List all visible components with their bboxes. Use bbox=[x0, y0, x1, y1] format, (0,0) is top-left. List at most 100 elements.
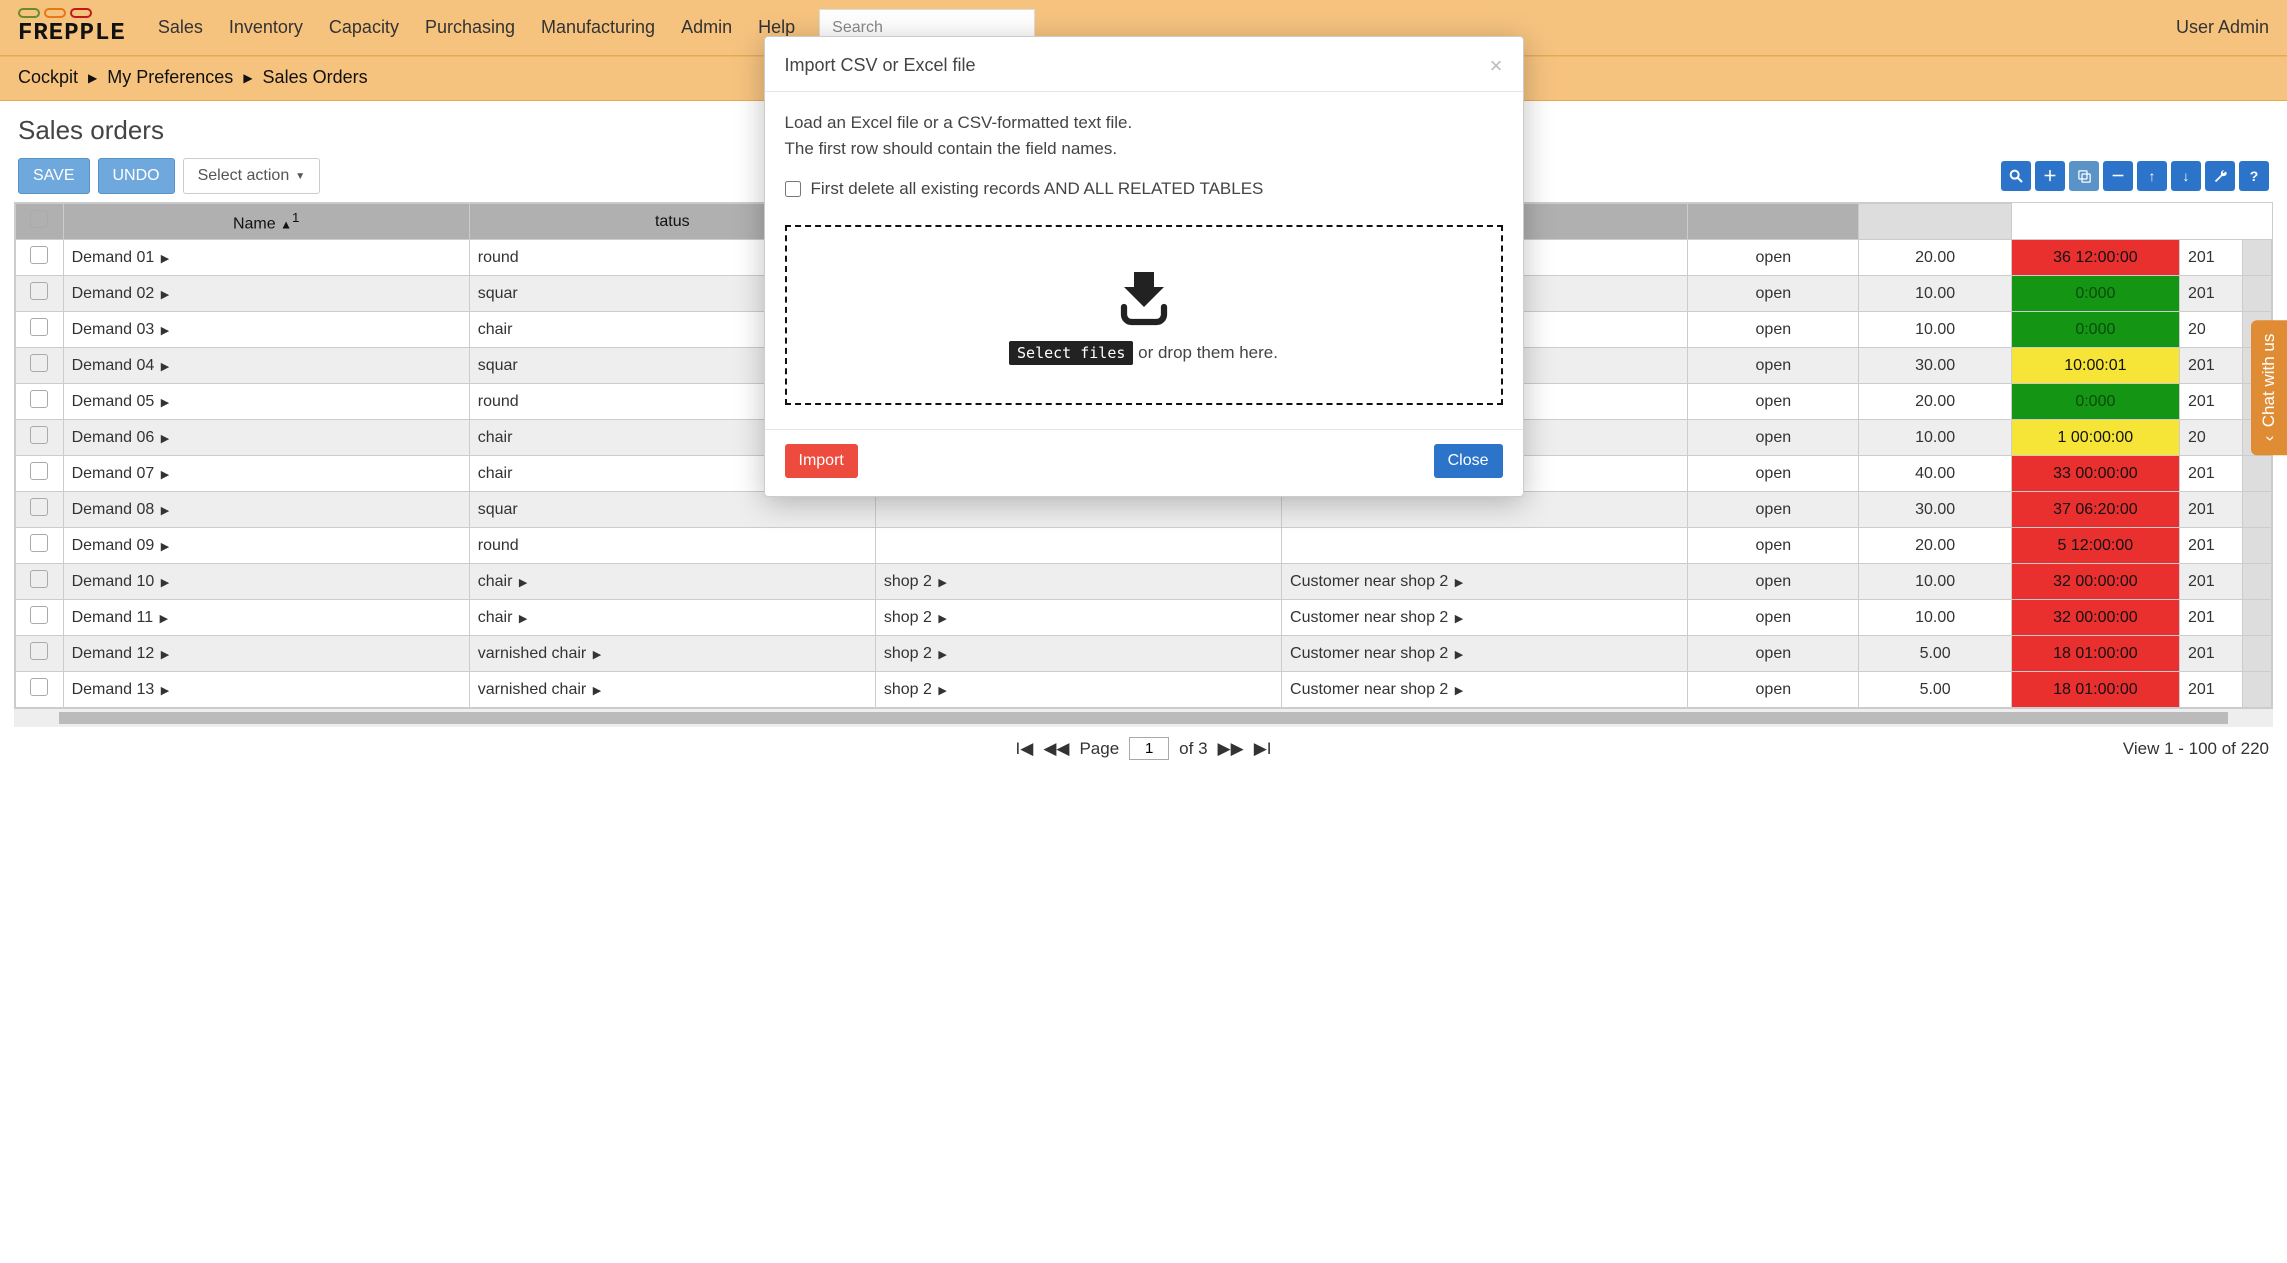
row-checkbox[interactable] bbox=[16, 600, 64, 636]
cell-name[interactable]: Demand 10 ▶ bbox=[63, 564, 469, 600]
cell-item[interactable]: round bbox=[469, 528, 875, 564]
copy-icon[interactable] bbox=[2069, 161, 2099, 191]
cell-name[interactable]: Demand 09 ▶ bbox=[63, 528, 469, 564]
wrench-icon[interactable] bbox=[2205, 161, 2235, 191]
menu-purchasing[interactable]: Purchasing bbox=[425, 17, 515, 38]
table-row[interactable]: Demand 13 ▶varnished chair ▶shop 2 ▶Cust… bbox=[16, 672, 2272, 708]
chat-tab[interactable]: ‹ Chat with us bbox=[2251, 320, 2287, 455]
cell-item[interactable]: chair ▶ bbox=[469, 600, 875, 636]
cell-customer[interactable] bbox=[1282, 528, 1688, 564]
table-row[interactable]: Demand 08 ▶squaropen30.0037 06:20:00201 bbox=[16, 492, 2272, 528]
user-menu[interactable]: User Admin bbox=[2176, 17, 2269, 38]
first-page-icon[interactable]: I◀ bbox=[1016, 739, 1034, 759]
cell-item[interactable]: varnished chair ▶ bbox=[469, 672, 875, 708]
cell-location[interactable]: shop 2 ▶ bbox=[875, 600, 1281, 636]
cell-delay: 18 01:00:00 bbox=[2011, 636, 2179, 672]
prev-page-icon[interactable]: ◀◀ bbox=[1043, 739, 1069, 759]
cell-name[interactable]: Demand 11 ▶ bbox=[63, 600, 469, 636]
cell-customer[interactable]: Customer near shop 2 ▶ bbox=[1282, 564, 1688, 600]
row-checkbox[interactable] bbox=[16, 564, 64, 600]
minus-icon[interactable]: － bbox=[2103, 161, 2133, 191]
arrow-up-icon[interactable]: ↑ bbox=[2137, 161, 2167, 191]
select-files-button[interactable]: Select files bbox=[1009, 341, 1133, 365]
cell-customer[interactable] bbox=[1282, 492, 1688, 528]
cell-name[interactable]: Demand 13 ▶ bbox=[63, 672, 469, 708]
arrow-down-icon[interactable]: ↓ bbox=[2171, 161, 2201, 191]
breadcrumb-cockpit[interactable]: Cockpit bbox=[18, 67, 78, 88]
logo[interactable]: FREPPLE bbox=[18, 8, 126, 47]
delete-records-checkbox[interactable]: First delete all existing records AND AL… bbox=[785, 179, 1503, 199]
cell-item[interactable]: varnished chair ▶ bbox=[469, 636, 875, 672]
row-checkbox[interactable] bbox=[16, 384, 64, 420]
header-due[interactable] bbox=[1688, 204, 1859, 240]
cell-customer[interactable]: Customer near shop 2 ▶ bbox=[1282, 672, 1688, 708]
cell-location[interactable]: shop 2 ▶ bbox=[875, 564, 1281, 600]
cell-name[interactable]: Demand 08 ▶ bbox=[63, 492, 469, 528]
page-input[interactable] bbox=[1129, 737, 1169, 760]
cell-name[interactable]: Demand 12 ▶ bbox=[63, 636, 469, 672]
save-button[interactable]: SAVE bbox=[18, 158, 90, 194]
breadcrumb-preferences[interactable]: My Preferences bbox=[107, 67, 233, 88]
row-checkbox[interactable] bbox=[16, 636, 64, 672]
close-icon[interactable]: × bbox=[1490, 55, 1503, 77]
menu-capacity[interactable]: Capacity bbox=[329, 17, 399, 38]
cell-delay: 0:000 bbox=[2011, 276, 2179, 312]
next-page-icon[interactable]: ▶▶ bbox=[1218, 739, 1244, 759]
cell-customer[interactable]: Customer near shop 2 ▶ bbox=[1282, 636, 1688, 672]
menu-sales[interactable]: Sales bbox=[158, 17, 203, 38]
question-icon[interactable]: ? bbox=[2239, 161, 2269, 191]
cell-name[interactable]: Demand 03 ▶ bbox=[63, 312, 469, 348]
row-checkbox[interactable] bbox=[16, 672, 64, 708]
main-menu: Sales Inventory Capacity Purchasing Manu… bbox=[158, 17, 795, 38]
cell-location[interactable] bbox=[875, 492, 1281, 528]
last-page-icon[interactable]: ▶I bbox=[1254, 739, 1272, 759]
table-row[interactable]: Demand 12 ▶varnished chair ▶shop 2 ▶Cust… bbox=[16, 636, 2272, 672]
cell-name[interactable]: Demand 06 ▶ bbox=[63, 420, 469, 456]
search-icon[interactable] bbox=[2001, 161, 2031, 191]
menu-help[interactable]: Help bbox=[758, 17, 795, 38]
row-checkbox[interactable] bbox=[16, 420, 64, 456]
row-checkbox[interactable] bbox=[16, 456, 64, 492]
menu-inventory[interactable]: Inventory bbox=[229, 17, 303, 38]
close-button[interactable]: Close bbox=[1434, 444, 1503, 478]
row-checkbox[interactable] bbox=[16, 528, 64, 564]
row-checkbox[interactable] bbox=[16, 348, 64, 384]
breadcrumb-sales-orders[interactable]: Sales Orders bbox=[263, 67, 368, 88]
cell-name[interactable]: Demand 02 ▶ bbox=[63, 276, 469, 312]
cell-customer[interactable]: Customer near shop 2 ▶ bbox=[1282, 600, 1688, 636]
select-action-dropdown[interactable]: Select action ▼ bbox=[183, 158, 321, 194]
cell-status: open bbox=[1688, 420, 1859, 456]
menu-admin[interactable]: Admin bbox=[681, 17, 732, 38]
cell-name[interactable]: Demand 07 ▶ bbox=[63, 456, 469, 492]
table-row[interactable]: Demand 10 ▶chair ▶shop 2 ▶Customer near … bbox=[16, 564, 2272, 600]
toolbar: ＋ － ↑ ↓ ? bbox=[2001, 161, 2269, 191]
cell-item[interactable]: chair ▶ bbox=[469, 564, 875, 600]
cell-name[interactable]: Demand 04 ▶ bbox=[63, 348, 469, 384]
delete-records-input[interactable] bbox=[785, 181, 801, 197]
dropzone[interactable]: Select files or drop them here. bbox=[785, 225, 1503, 405]
select-action-label: Select action bbox=[198, 167, 290, 185]
undo-button[interactable]: UNDO bbox=[98, 158, 175, 194]
menu-manufacturing[interactable]: Manufacturing bbox=[541, 17, 655, 38]
row-checkbox[interactable] bbox=[16, 276, 64, 312]
cell-due: 201 bbox=[2179, 636, 2242, 672]
cell-item[interactable]: squar bbox=[469, 492, 875, 528]
cell-location[interactable] bbox=[875, 528, 1281, 564]
table-row[interactable]: Demand 11 ▶chair ▶shop 2 ▶Customer near … bbox=[16, 600, 2272, 636]
import-button[interactable]: Import bbox=[785, 444, 858, 478]
row-checkbox[interactable] bbox=[16, 240, 64, 276]
cell-location[interactable]: shop 2 ▶ bbox=[875, 636, 1281, 672]
table-row[interactable]: Demand 09 ▶roundopen20.005 12:00:00201 bbox=[16, 528, 2272, 564]
header-checkbox[interactable] bbox=[16, 204, 64, 240]
cell-delay: 32 00:00:00 bbox=[2011, 600, 2179, 636]
header-name[interactable]: Name ▲1 bbox=[63, 204, 469, 240]
plus-icon[interactable]: ＋ bbox=[2035, 161, 2065, 191]
search-input[interactable] bbox=[820, 19, 1034, 37]
row-checkbox[interactable] bbox=[16, 492, 64, 528]
brand-text: FREPPLE bbox=[18, 20, 126, 47]
cell-name[interactable]: Demand 05 ▶ bbox=[63, 384, 469, 420]
horizontal-scrollbar[interactable] bbox=[14, 709, 2273, 727]
row-checkbox[interactable] bbox=[16, 312, 64, 348]
cell-name[interactable]: Demand 01 ▶ bbox=[63, 240, 469, 276]
cell-location[interactable]: shop 2 ▶ bbox=[875, 672, 1281, 708]
